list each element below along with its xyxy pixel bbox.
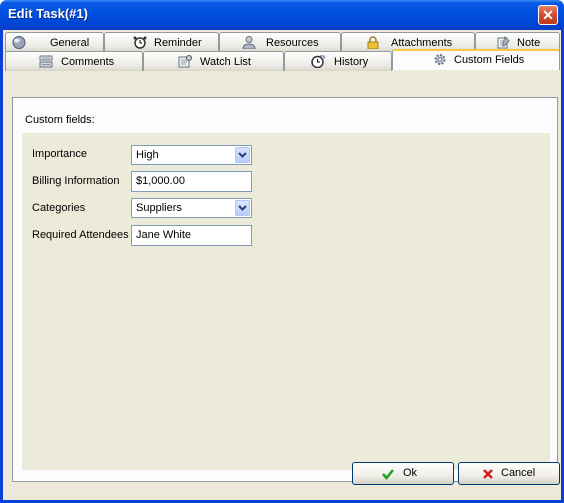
tab-reminder[interactable]: Reminder xyxy=(104,32,219,52)
window-title: Edit Task(#1) xyxy=(8,6,88,21)
watch-list-icon xyxy=(178,55,192,68)
custom-fields-page: Custom fields: Importance High Billing I… xyxy=(12,97,558,482)
padlock-icon xyxy=(367,36,379,49)
tab-label: History xyxy=(334,56,369,68)
tab-label: Comments xyxy=(61,56,115,68)
dialog-window: Edit Task(#1) ✕ General Reminder Resourc… xyxy=(0,0,564,503)
attendees-value: Jane White xyxy=(136,229,192,241)
gear-icon xyxy=(434,54,446,65)
tab-label: Note xyxy=(517,37,541,49)
chevron-down-icon[interactable] xyxy=(235,200,250,216)
chevron-down-icon[interactable] xyxy=(235,147,250,163)
tab-comments[interactable]: Comments xyxy=(5,51,143,71)
tab-history[interactable]: History xyxy=(284,51,392,71)
close-button[interactable]: ✕ xyxy=(538,5,558,25)
tab-label: Watch List xyxy=(200,56,251,68)
importance-value: High xyxy=(136,149,159,161)
person-icon xyxy=(242,36,256,49)
importance-label: Importance xyxy=(32,148,88,160)
tab-general[interactable]: General xyxy=(5,32,104,52)
importance-select[interactable]: High xyxy=(131,145,252,165)
alarm-clock-icon xyxy=(133,36,147,49)
tab-label: General xyxy=(50,37,90,49)
tab-label: Attachments xyxy=(391,37,453,49)
tab-label: Resources xyxy=(266,37,319,49)
tab-watch-list[interactable]: Watch List xyxy=(143,51,284,71)
attendees-label: Required Attendees xyxy=(32,229,129,241)
dialog-client-area: General Reminder Resources Attachments N… xyxy=(3,30,561,500)
tab-label: Reminder xyxy=(154,37,202,49)
checkmark-icon xyxy=(382,469,394,480)
cancel-label: Cancel xyxy=(501,467,536,479)
billing-field[interactable]: $1,000.00 xyxy=(131,171,252,192)
tab-label: Custom Fields xyxy=(454,54,525,66)
categories-select[interactable]: Suppliers xyxy=(131,198,252,218)
categories-value: Suppliers xyxy=(136,202,182,214)
cancel-button[interactable]: Cancel xyxy=(458,462,560,485)
x-icon xyxy=(483,469,493,479)
title-bar[interactable]: Edit Task(#1) ✕ xyxy=(0,0,564,30)
ok-button[interactable]: Ok xyxy=(352,462,454,485)
page-heading: Custom fields: xyxy=(25,114,95,126)
ok-label: Ok xyxy=(403,467,418,479)
tab-custom-fields[interactable]: Custom Fields xyxy=(392,49,560,70)
categories-label: Categories xyxy=(32,202,86,214)
billing-label: Billing Information xyxy=(32,175,120,187)
globe-icon xyxy=(12,36,26,49)
history-icon xyxy=(311,55,325,68)
tab-resources[interactable]: Resources xyxy=(219,32,341,52)
custom-fields-panel: Importance High Billing Information $1,0… xyxy=(22,133,550,470)
billing-value: $1,000.00 xyxy=(136,175,185,187)
attendees-field[interactable]: Jane White xyxy=(131,225,252,246)
comments-icon xyxy=(39,55,53,68)
note-icon xyxy=(497,36,510,49)
